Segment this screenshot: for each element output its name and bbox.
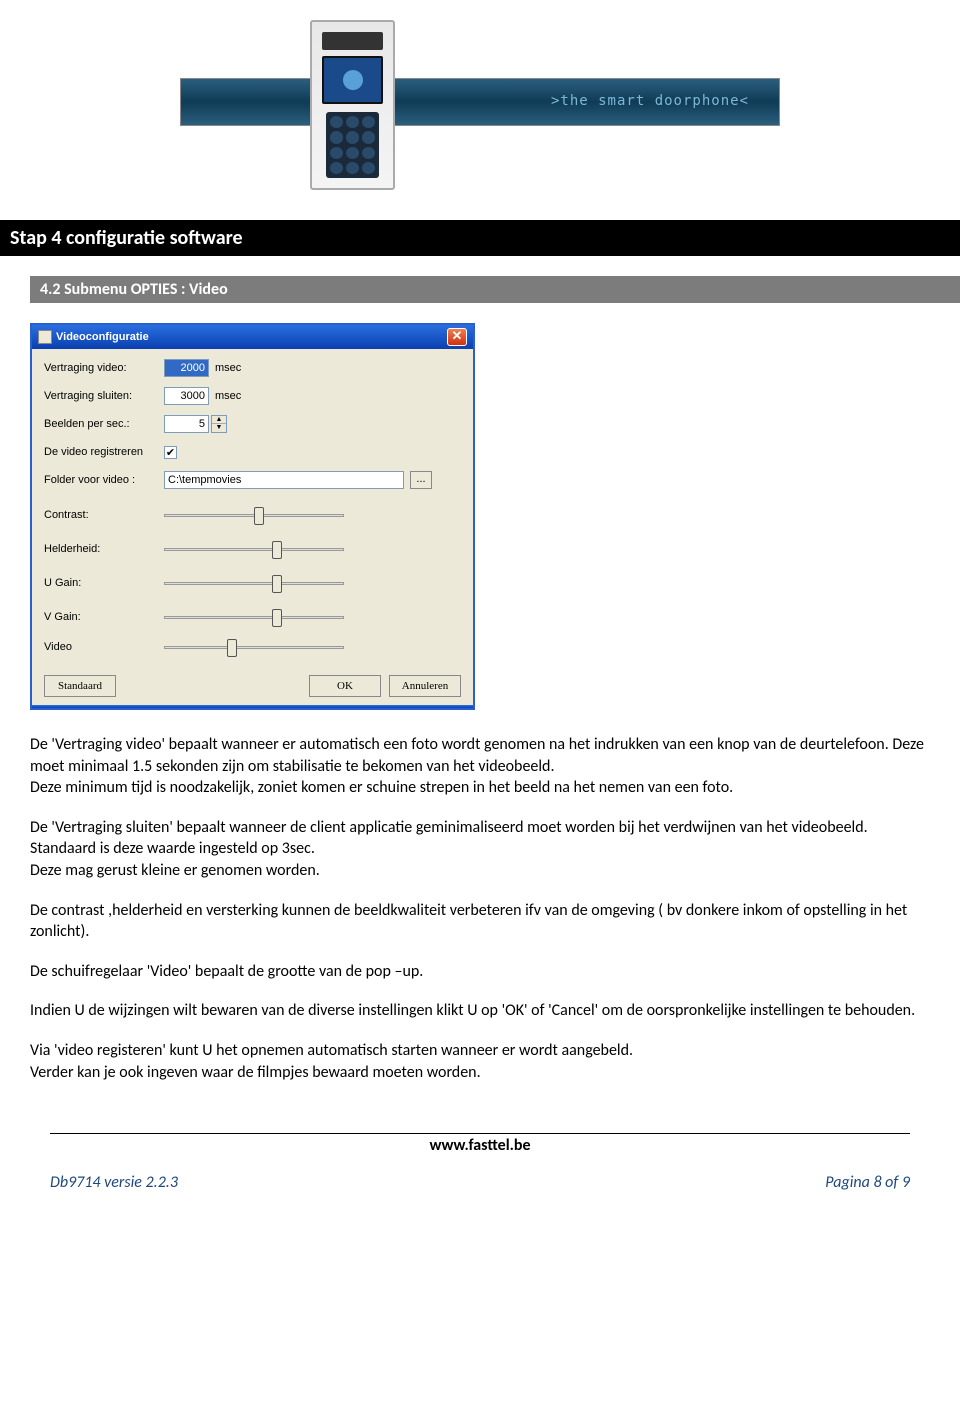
- paragraph-2c: Deze mag gerust kleine er genomen worden…: [30, 861, 320, 880]
- input-folder[interactable]: [164, 471, 404, 489]
- footer-doc-version: Db9714 versie 2.2.3: [50, 1173, 178, 1192]
- close-button[interactable]: ✕: [447, 328, 467, 346]
- subsection-heading: 4.2 Submenu OPTIES : Video: [30, 276, 960, 303]
- annuleren-button[interactable]: Annuleren: [389, 675, 461, 697]
- paragraph-2a: De 'Vertraging sluiten' bepaalt wanneer …: [30, 818, 868, 837]
- label-beelden-per-sec: Beelden per sec.:: [44, 418, 164, 430]
- paragraph-6a: Via 'video registeren' kunt U het opneme…: [30, 1041, 633, 1060]
- videoconfiguratie-dialog: Videoconfiguratie ✕ Vertraging video: ms…: [30, 323, 475, 710]
- unit-msec-2: msec: [215, 390, 241, 402]
- paragraph-6b: Verder kan je ook ingeven waar de filmpj…: [30, 1063, 481, 1082]
- label-vertraging-video: Vertraging video:: [44, 362, 164, 374]
- spinner-beelden[interactable]: ▲ ▼: [211, 415, 227, 433]
- checkbox-video-registreren[interactable]: ✔: [164, 446, 177, 459]
- section-heading: Stap 4 configuratie software: [0, 220, 960, 256]
- label-vertraging-sluiten: Vertraging sluiten:: [44, 390, 164, 402]
- slider-v-gain[interactable]: [164, 607, 344, 627]
- paragraph-3: De contrast ,helderheid en versterking k…: [30, 900, 930, 943]
- doorphone-illustration: [310, 20, 395, 190]
- document-body: De 'Vertraging video' bepaalt wanneer er…: [30, 734, 930, 1083]
- header-banner: >the smart doorphone<: [180, 20, 780, 190]
- label-v-gain: V Gain:: [44, 611, 164, 623]
- input-vertraging-video[interactable]: [164, 359, 209, 377]
- label-video-slider: Video: [44, 641, 164, 653]
- input-vertraging-sluiten[interactable]: [164, 387, 209, 405]
- label-helderheid: Helderheid:: [44, 543, 164, 555]
- slider-contrast[interactable]: [164, 505, 344, 525]
- input-beelden-per-sec[interactable]: [164, 415, 209, 433]
- footer-site: www.fasttel.be: [50, 1136, 910, 1155]
- standaard-button[interactable]: Standaard: [44, 675, 116, 697]
- paragraph-1b: Deze minimum tijd is noodzakelijk, zonie…: [30, 778, 733, 797]
- slider-u-gain[interactable]: [164, 573, 344, 593]
- label-u-gain: U Gain:: [44, 577, 164, 589]
- paragraph-2b: Standaard is deze waarde ingesteld op 3s…: [30, 839, 315, 858]
- banner-tagline: >the smart doorphone<: [551, 93, 749, 109]
- ok-button[interactable]: OK: [309, 675, 381, 697]
- unit-msec: msec: [215, 362, 241, 374]
- browse-button[interactable]: ...: [410, 471, 432, 489]
- paragraph-1a: De 'Vertraging video' bepaalt wanneer er…: [30, 735, 924, 776]
- paragraph-5: Indien U de wijzingen wilt bewaren van d…: [30, 1000, 930, 1022]
- chevron-up-icon[interactable]: ▲: [212, 416, 226, 424]
- label-video-registreren: De video registreren: [44, 446, 164, 458]
- label-folder-voor-video: Folder voor video :: [44, 474, 164, 486]
- slider-video[interactable]: [164, 637, 344, 657]
- banner-strip: >the smart doorphone<: [180, 78, 780, 126]
- chevron-down-icon[interactable]: ▼: [212, 424, 226, 432]
- system-icon: [38, 330, 52, 344]
- label-contrast: Contrast:: [44, 509, 164, 521]
- dialog-titlebar[interactable]: Videoconfiguratie ✕: [32, 325, 473, 349]
- paragraph-4: De schuifregelaar 'Video' bepaalt de gro…: [30, 961, 930, 983]
- page-footer: www.fasttel.be Db9714 versie 2.2.3 Pagin…: [50, 1133, 910, 1192]
- slider-helderheid[interactable]: [164, 539, 344, 559]
- dialog-title: Videoconfiguratie: [56, 331, 149, 343]
- footer-page-number: Pagina 8 of 9: [825, 1173, 910, 1192]
